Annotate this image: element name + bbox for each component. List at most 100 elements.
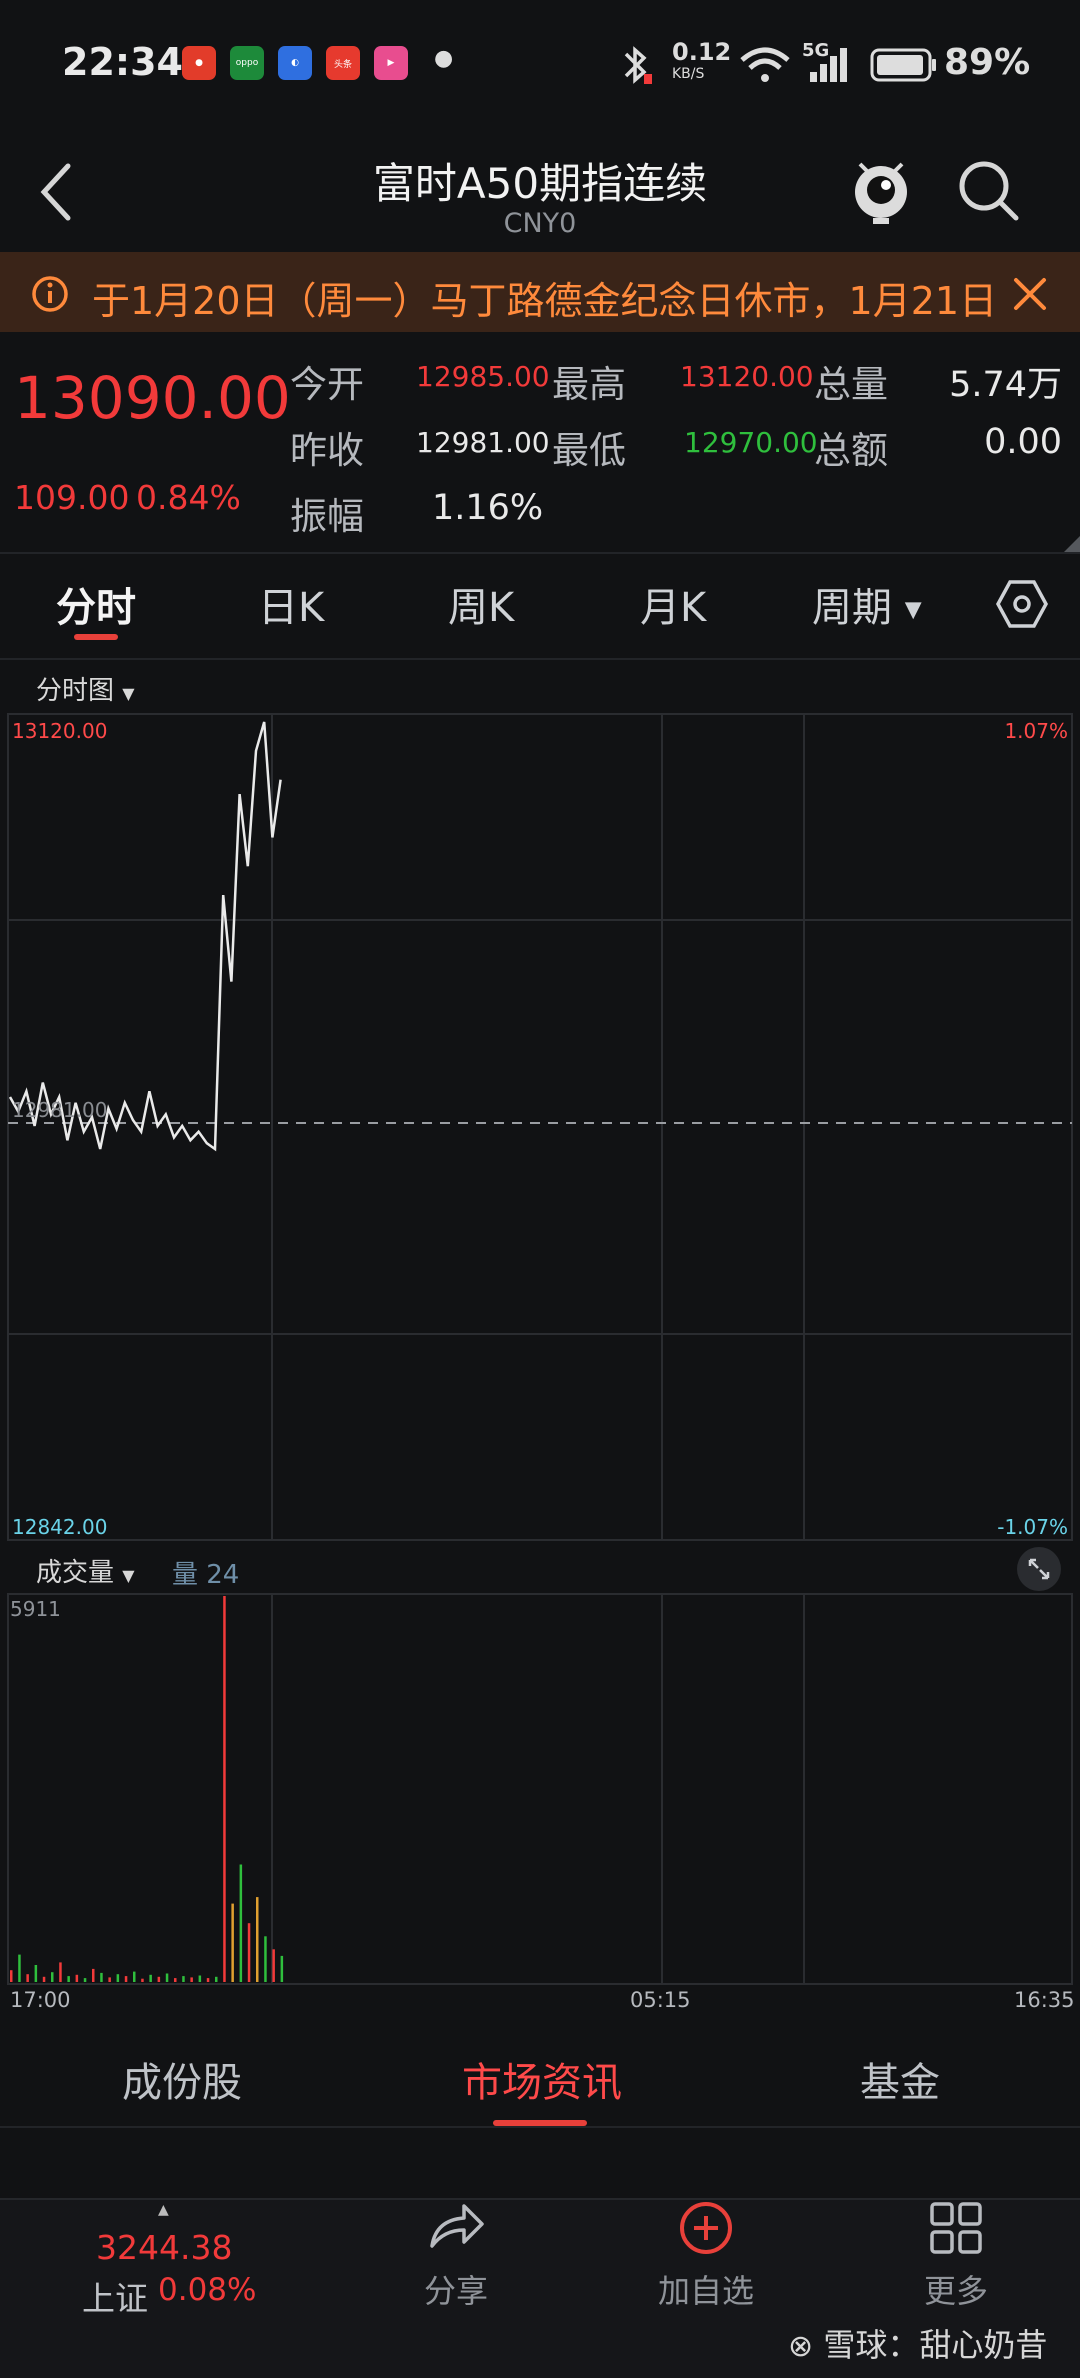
y-max-label: 13120.00 <box>12 719 107 743</box>
volume-bar <box>83 1978 87 1982</box>
volume-bar <box>51 1972 54 1982</box>
volume-bar <box>18 1954 21 1982</box>
notice-text: 于1月20日（周一）马丁路德金纪念日休市，1月21日 <box>92 279 998 323</box>
reference-value-label: 12981.00 <box>12 1098 107 1122</box>
toutiao-app-icon: 头条 <box>326 46 360 80</box>
volume-bar <box>272 1949 275 1982</box>
chart-type-selector[interactable]: 分时图 ▼ <box>36 670 135 707</box>
add-watchlist-button[interactable]: 加自选 <box>606 2200 806 2312</box>
chevron-down-icon: ▼ <box>122 1566 135 1585</box>
video-app-icon: ▶ <box>374 46 408 80</box>
volume-bar <box>264 1936 267 1982</box>
search-icon[interactable] <box>954 156 1024 226</box>
volume-bar <box>26 1974 29 1982</box>
amplitude-value: 1.16% <box>432 488 544 528</box>
high-label: 最高 <box>552 363 626 406</box>
volume-bar <box>280 1955 284 1982</box>
volume-type-selector[interactable]: 成交量 ▼ <box>36 1552 135 1589</box>
chart-type-label: 分时图 <box>36 676 115 706</box>
divider <box>0 552 1080 554</box>
x-axis-start-label: 17:00 <box>10 1988 71 2012</box>
high-value: 13120.00 <box>680 360 814 393</box>
intraday-price-chart[interactable]: 13120.00 1.07% 12981.00 12842.00 -1.07% <box>0 708 1080 1544</box>
volume-bar <box>34 1965 38 1982</box>
x-axis-end-label: 16:35 <box>1014 1988 1075 2012</box>
top-bar: 富时A50期指连续 CNY0 <box>0 130 1080 250</box>
volume-bar <box>67 1976 70 1982</box>
volume-bar <box>206 1978 210 1982</box>
news-app-icon: ◐ <box>278 46 312 80</box>
volume-bar <box>108 1977 111 1982</box>
chevron-down-icon: ▼ <box>122 684 135 703</box>
net-speed-value: 0.12 <box>672 38 732 66</box>
volume-bar <box>231 1903 234 1982</box>
tab-intraday[interactable]: 分时 <box>56 575 136 633</box>
amount-label: 总额 <box>814 429 888 472</box>
tab-monthly-k[interactable]: 月K <box>640 575 706 633</box>
volume-bar <box>141 1978 144 1982</box>
grid-menu-icon <box>930 2202 982 2254</box>
volume-selector-label: 成交量 <box>36 1558 115 1588</box>
volume-bar <box>190 1977 193 1982</box>
share-icon <box>430 2204 484 2248</box>
volume-bar <box>223 1596 226 1982</box>
volume-chart[interactable]: 5911 <box>0 1592 1080 1988</box>
index-value[interactable]: 3244.38 <box>96 2228 232 2267</box>
signal-icon <box>810 48 847 82</box>
more-button[interactable]: 更多 <box>856 2200 1056 2312</box>
volume-bar <box>124 1976 128 1982</box>
fullscreen-icon[interactable] <box>1016 1546 1062 1592</box>
back-arrow-icon[interactable] <box>36 160 76 224</box>
prev-close-label: 昨收 <box>290 429 364 472</box>
volume-bar <box>174 1978 177 1982</box>
divider <box>0 658 1080 660</box>
more-notifications-dot: ● <box>434 46 454 71</box>
expand-up-icon[interactable]: ▲ <box>158 2202 169 2218</box>
add-watchlist-label: 加自选 <box>657 2272 754 2310</box>
amount-value: 0.00 <box>984 422 1062 462</box>
tab-funds[interactable]: 基金 <box>860 2050 940 2108</box>
quote-panel: 13090.00 109.00 0.84% 今开 12985.00 最高 131… <box>0 332 1080 552</box>
tab-period[interactable]: 周期 ▼ <box>812 575 922 633</box>
volume-bar <box>239 1864 243 1982</box>
status-bar: 22:34 ● oppo ◐ 头条 ▶ ● 0.12 KB/S 5G 89% <box>0 0 1080 130</box>
xueqiu-logo-icon: ⊗ <box>788 2329 814 2364</box>
volume-value: 5.74万 <box>949 365 1062 405</box>
weibo-app-icon: ● <box>182 46 216 80</box>
close-icon[interactable] <box>1010 274 1050 314</box>
prev-close-value: 12981.00 <box>416 426 550 459</box>
volume-bar <box>215 1976 218 1982</box>
price-change: 109.00 <box>14 478 130 517</box>
x-axis-mid-label: 05:15 <box>630 1988 691 2012</box>
share-button[interactable]: 分享 <box>356 2200 556 2312</box>
volume-bar <box>133 1971 136 1982</box>
low-value: 12970.00 <box>684 426 818 459</box>
low-label: 最低 <box>552 429 626 472</box>
y-min-label: 12842.00 <box>12 1515 107 1539</box>
tab-market-news[interactable]: 市场资讯 <box>462 2050 622 2108</box>
holiday-notice-banner: 于1月20日（周一）马丁路德金纪念日休市，1月21日 <box>0 252 1080 332</box>
add-circle-icon <box>680 2202 732 2254</box>
volume-bar <box>165 1973 169 1982</box>
volume-bar <box>10 1970 13 1982</box>
tab-weekly-k[interactable]: 周K <box>448 575 514 633</box>
pct-min-label: -1.07% <box>997 1515 1068 1539</box>
volume-bar <box>92 1968 95 1982</box>
share-label: 分享 <box>423 2272 488 2310</box>
battery-level: 89% <box>944 42 1031 83</box>
tab-constituents[interactable]: 成份股 <box>122 2050 242 2108</box>
page-title: 富时A50期指连续 <box>372 159 708 208</box>
volume-bar <box>100 1972 103 1982</box>
status-time: 22:34 <box>62 40 183 84</box>
info-icon <box>32 276 68 312</box>
pct-max-label: 1.07% <box>1004 719 1068 743</box>
price-series-line <box>8 721 282 1152</box>
chart-grid <box>7 713 1073 1541</box>
watermark-text: 雪球：甜心奶昔 <box>823 2326 1048 2364</box>
volume-bar <box>157 1976 161 1982</box>
tab-daily-k[interactable]: 日K <box>258 575 324 633</box>
more-label: 更多 <box>923 2272 988 2310</box>
mascot-icon[interactable] <box>846 150 916 230</box>
expand-corner-icon[interactable] <box>1064 536 1080 552</box>
settings-hexagon-icon[interactable] <box>996 578 1048 630</box>
